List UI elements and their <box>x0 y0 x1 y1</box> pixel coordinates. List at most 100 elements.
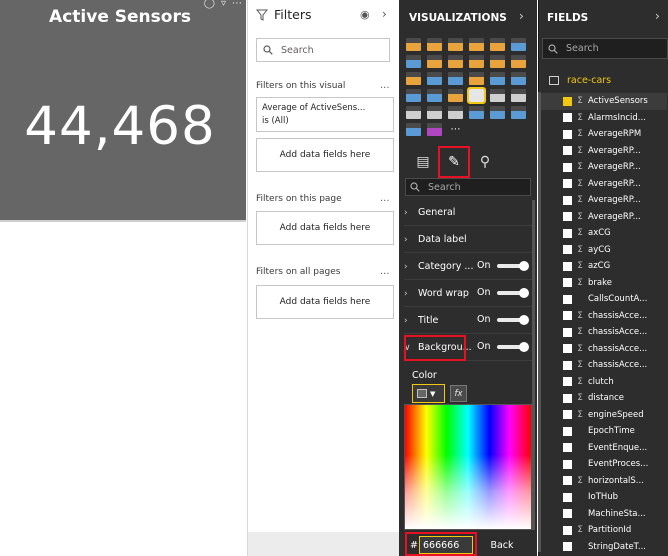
add-page-filter-drop[interactable]: Add data fields here <box>256 211 394 245</box>
field-checkbox[interactable] <box>563 393 572 403</box>
field-checkbox[interactable] <box>563 228 572 238</box>
kpi-icon[interactable] <box>511 89 526 102</box>
field-checkbox[interactable] <box>563 377 572 387</box>
on-off-toggle[interactable]: On <box>477 287 529 298</box>
waterfall-chart-icon[interactable] <box>406 72 421 85</box>
field-item[interactable]: ΣchassisAcce... <box>539 341 667 358</box>
slicer-icon[interactable] <box>406 106 421 119</box>
field-item[interactable]: ΣchassisAcce... <box>539 308 667 325</box>
scatter-chart-icon[interactable] <box>448 72 463 85</box>
field-item[interactable]: ΣhorizontalS... <box>539 473 667 490</box>
field-item[interactable]: Σ AverageRP... <box>539 192 667 209</box>
field-item[interactable]: ΣchassisAcce... <box>539 357 667 374</box>
filters-visual-more-icon[interactable]: ... <box>380 80 390 91</box>
on-off-toggle[interactable]: On <box>477 314 529 325</box>
treemap-icon[interactable] <box>511 72 526 85</box>
field-item[interactable]: Σdistance <box>539 390 667 407</box>
ribbon-chart-icon[interactable] <box>511 55 526 68</box>
field-item[interactable]: Σ AverageRP... <box>539 209 667 226</box>
matrix-icon[interactable] <box>448 106 463 119</box>
field-item[interactable]: EventEnque... <box>539 440 667 457</box>
filters-search-input[interactable]: Search <box>256 38 390 62</box>
field-item[interactable]: Σ AlarmsIncid... <box>539 110 667 127</box>
color-picker-spectrum[interactable] <box>404 404 532 530</box>
field-item[interactable]: Σbrake <box>539 275 667 292</box>
field-item[interactable]: MachineSta... <box>539 506 667 523</box>
field-item[interactable]: ΣazCG <box>539 258 667 275</box>
field-item[interactable]: CallsCountA... <box>539 291 667 308</box>
more-visuals-icon[interactable]: ⋯ <box>448 123 463 136</box>
field-item[interactable]: Σ PartitionId <box>539 522 667 539</box>
field-checkbox[interactable] <box>563 327 572 337</box>
field-item[interactable]: ΣayCG <box>539 242 667 259</box>
line-chart-icon[interactable] <box>406 55 421 68</box>
r-visual-icon[interactable] <box>469 106 484 119</box>
filters-page-more-icon[interactable]: ... <box>380 193 390 204</box>
table-visual-icon[interactable] <box>427 106 442 119</box>
add-report-filter-drop[interactable]: Add data fields here <box>256 285 394 319</box>
format-card-category[interactable]: › Category ... On <box>404 254 532 280</box>
field-checkbox[interactable] <box>563 278 572 288</box>
pie-chart-icon[interactable] <box>469 72 484 85</box>
fields-tab-icon[interactable]: ▤ <box>411 150 435 174</box>
field-checkbox[interactable] <box>563 476 572 486</box>
collapse-fields-chevron-icon[interactable]: › <box>655 9 660 23</box>
field-item[interactable]: Σclutch <box>539 374 667 391</box>
field-checkbox[interactable] <box>563 294 572 304</box>
table-race-cars[interactable]: race-cars <box>549 72 611 88</box>
format-card-title[interactable]: › Title On <box>404 308 532 334</box>
field-item[interactable]: Σ AverageRP... <box>539 143 667 160</box>
field-item[interactable]: EventProces... <box>539 456 667 473</box>
filled-map-icon[interactable] <box>427 89 442 102</box>
field-item[interactable]: Σ AverageRPM <box>539 126 667 143</box>
on-off-toggle[interactable]: On <box>477 341 529 352</box>
area-chart-icon[interactable] <box>427 55 442 68</box>
format-card-general[interactable]: › General <box>404 200 532 226</box>
field-checkbox[interactable] <box>563 492 572 502</box>
line-clustered-icon[interactable] <box>490 55 505 68</box>
field-item[interactable]: Σ ActiveSensors <box>539 93 667 110</box>
field-checkbox[interactable] <box>563 360 572 370</box>
field-item[interactable]: EpochTime <box>539 423 667 440</box>
field-checkbox[interactable] <box>563 525 572 535</box>
fields-search-input[interactable]: Search <box>542 38 668 59</box>
format-pane-scrollbar[interactable] <box>532 200 535 530</box>
field-checkbox[interactable] <box>563 245 572 255</box>
field-checkbox[interactable] <box>563 212 572 222</box>
stacked-column-icon[interactable] <box>427 38 442 51</box>
format-card-word-wrap[interactable]: › Word wrap On <box>404 281 532 307</box>
power-apps-icon[interactable] <box>427 123 442 136</box>
field-checkbox[interactable] <box>563 195 572 205</box>
multi-row-card-icon[interactable] <box>490 89 505 102</box>
stacked-bar-icon[interactable] <box>406 38 421 51</box>
clustered-bar-icon[interactable] <box>448 38 463 51</box>
funnel-chart-icon[interactable] <box>427 72 442 85</box>
field-item[interactable]: ΣaxCG <box>539 225 667 242</box>
field-checkbox[interactable] <box>563 113 572 123</box>
field-item[interactable]: Σ AverageRP... <box>539 176 667 193</box>
field-item[interactable]: IoTHub <box>539 489 667 506</box>
filters-all-more-icon[interactable]: ... <box>380 266 390 277</box>
card-icon[interactable] <box>467 87 486 104</box>
fields-pane-scrollbar[interactable] <box>538 92 541 552</box>
collapse-visualizations-chevron-icon[interactable]: › <box>519 9 524 23</box>
field-checkbox[interactable] <box>563 344 572 354</box>
donut-chart-icon[interactable] <box>490 72 505 85</box>
format-paint-roller-icon[interactable]: ✎ <box>438 146 470 178</box>
field-item[interactable]: Σ AverageRP... <box>539 159 667 176</box>
analytics-magnifier-icon[interactable]: ⚲ <box>473 150 497 174</box>
field-checkbox[interactable] <box>563 96 572 106</box>
field-checkbox[interactable] <box>563 179 572 189</box>
stacked-area-icon[interactable] <box>448 55 463 68</box>
format-card-data-label[interactable]: › Data label <box>404 227 532 253</box>
collapse-filters-chevron-icon[interactable]: › <box>382 7 387 21</box>
filter-card-active-sensors[interactable]: Average of ActiveSens... is (All) <box>256 97 394 132</box>
card-visual[interactable]: ◯ ▿ ⋯ Active Sensors 44,468 <box>0 0 246 222</box>
clustered-column-icon[interactable] <box>469 38 484 51</box>
100-column-icon[interactable] <box>511 38 526 51</box>
color-swatch-dropdown[interactable]: ▼ <box>412 384 445 403</box>
field-checkbox[interactable] <box>563 162 572 172</box>
on-off-toggle[interactable]: On <box>477 260 529 271</box>
map-icon[interactable] <box>406 89 421 102</box>
format-search-input[interactable]: Search <box>405 178 531 196</box>
